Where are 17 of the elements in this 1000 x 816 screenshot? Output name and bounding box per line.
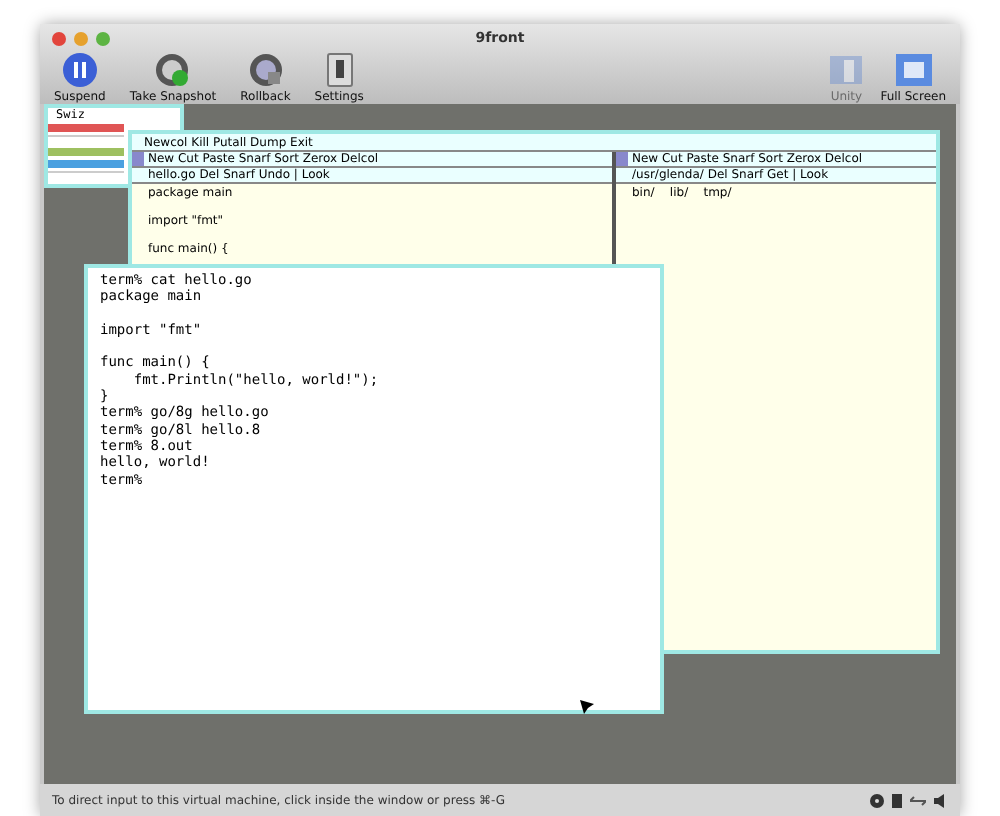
disc-icon <box>247 52 284 88</box>
pause-icon <box>61 52 98 88</box>
speaker-icon <box>934 793 948 807</box>
disc-icon <box>154 52 191 88</box>
column-handle[interactable] <box>616 152 628 166</box>
switch-icon <box>325 52 354 88</box>
column-handle[interactable] <box>132 152 144 166</box>
window-icon <box>828 52 865 88</box>
disc-icon <box>870 793 884 807</box>
close-button[interactable] <box>52 31 66 45</box>
minimize-button[interactable] <box>74 31 88 45</box>
fullscreen-icon <box>893 52 934 88</box>
stats-graph-drawing <box>48 122 124 174</box>
cursor-icon <box>580 700 594 714</box>
drive-icon <box>892 793 902 807</box>
network-icon <box>910 795 926 805</box>
zoom-button[interactable] <box>96 31 110 45</box>
